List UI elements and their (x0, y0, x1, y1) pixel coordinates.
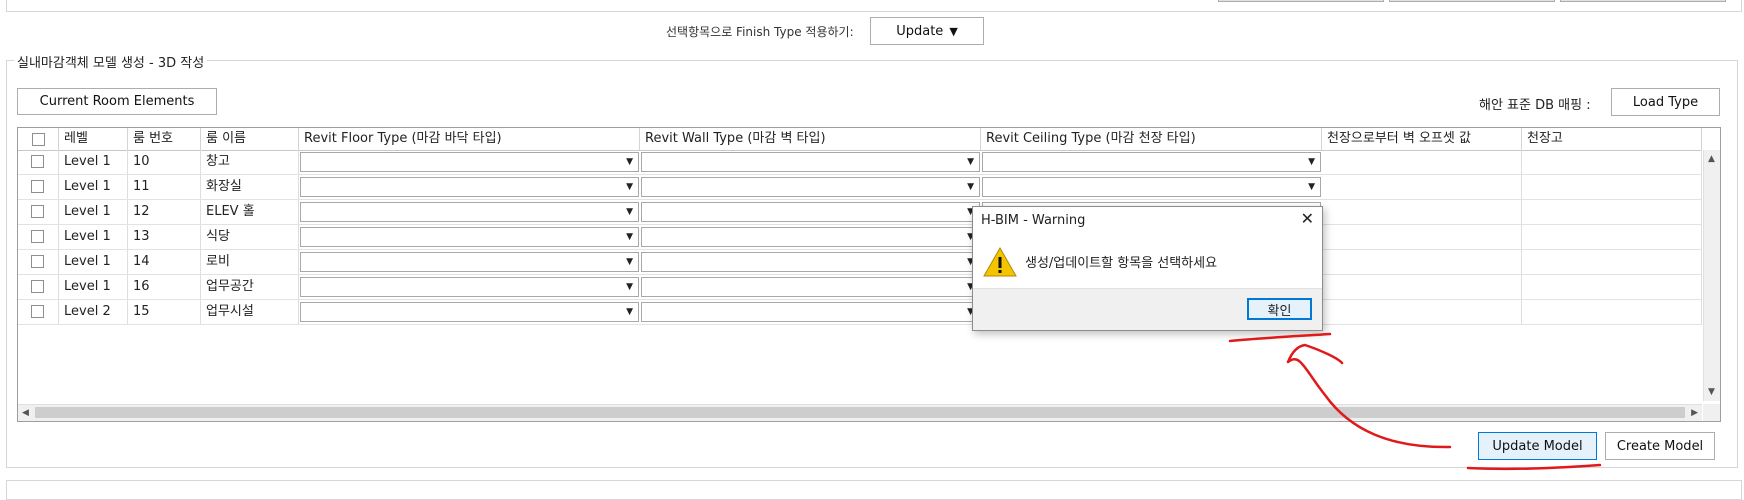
underline-ok-annotation (1228, 332, 1332, 343)
arrow-annotation (1286, 343, 1452, 449)
bottom-panel (6, 480, 1742, 500)
annotation-overlay (1228, 332, 1602, 471)
underline-update-annotation (1466, 463, 1602, 471)
